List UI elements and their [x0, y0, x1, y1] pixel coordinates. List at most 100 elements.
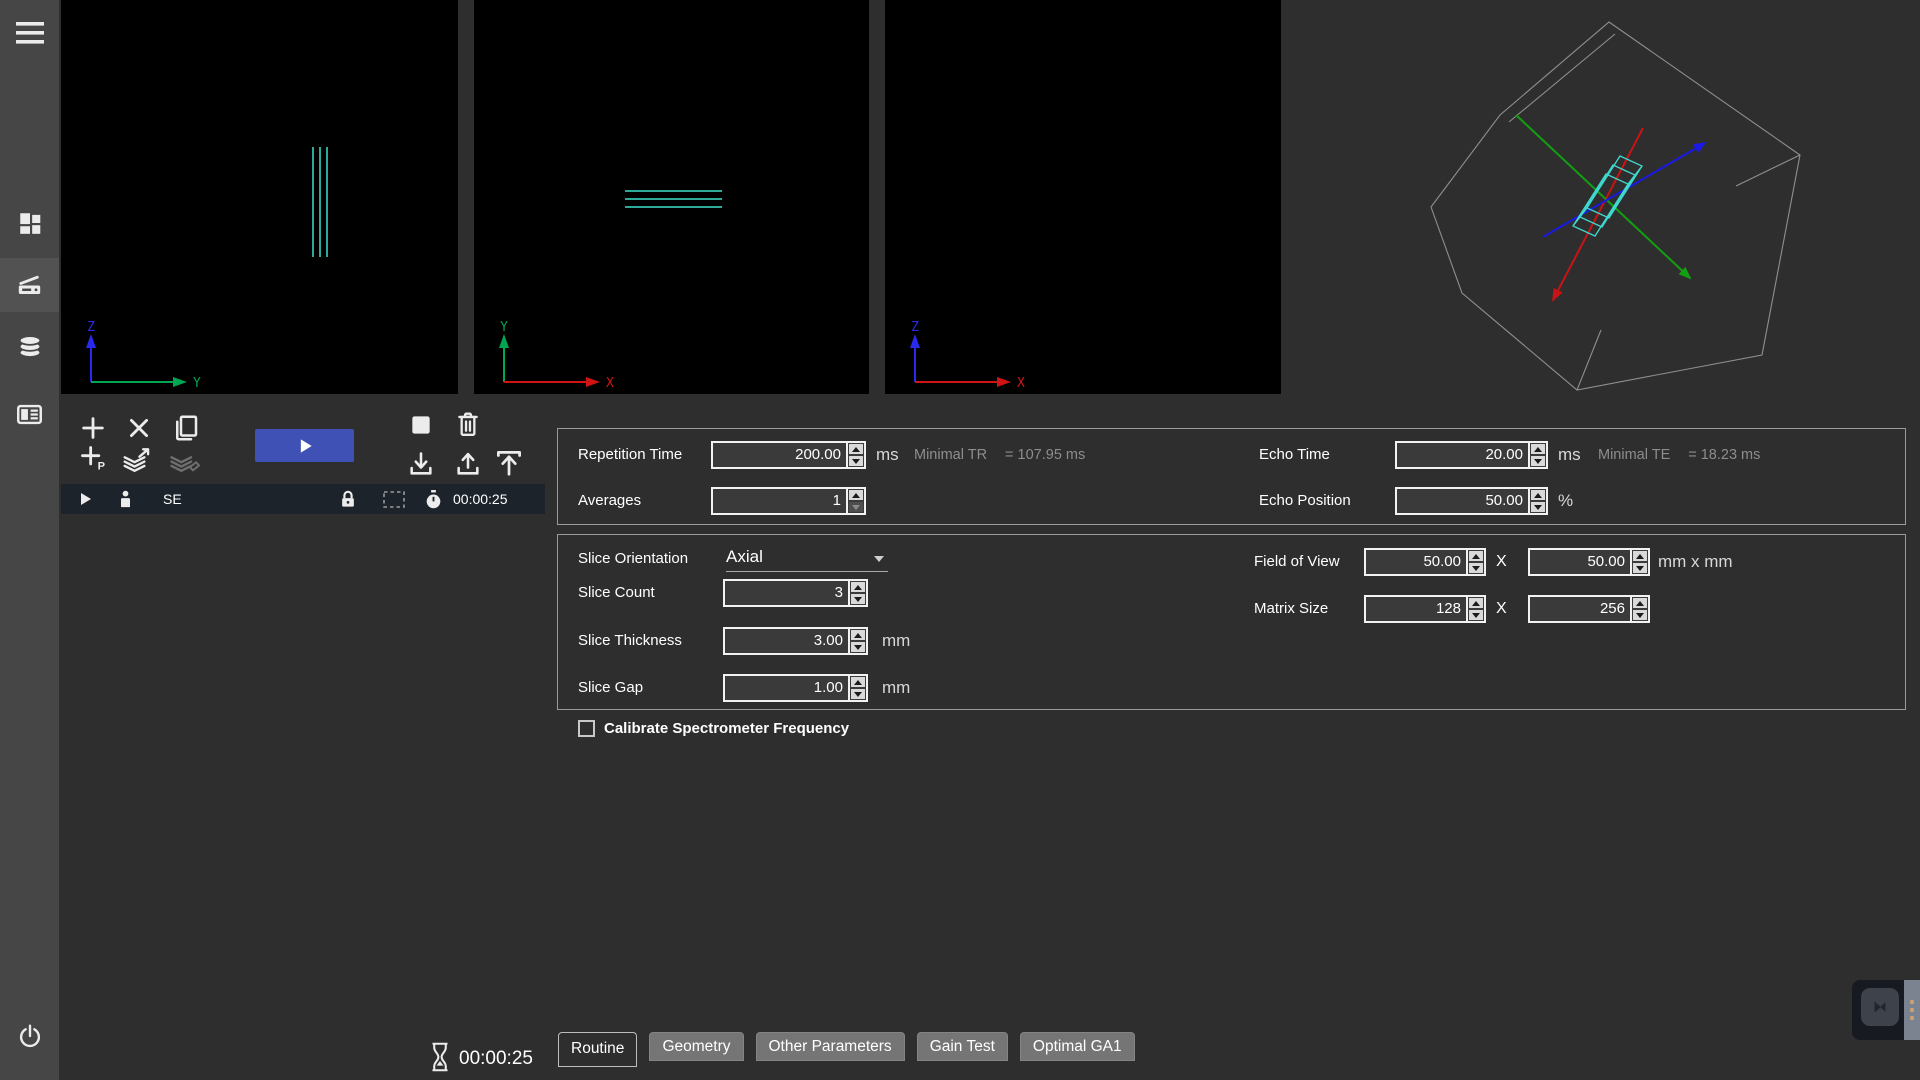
run-scan-button[interactable] — [255, 429, 354, 462]
dashed-selection-icon[interactable] — [383, 491, 405, 508]
download-button[interactable] — [406, 450, 436, 478]
scan-queue-item[interactable]: SE 00:00:25 — [61, 484, 545, 514]
repetition-time-input[interactable]: 200.00 — [711, 441, 866, 469]
power-button[interactable] — [0, 1009, 59, 1063]
fov-x-input[interactable]: 50.00 — [1364, 548, 1486, 576]
bowtie-logo-icon[interactable] — [1861, 988, 1899, 1026]
power-icon — [17, 1023, 43, 1049]
spin-down-button[interactable] — [1633, 610, 1647, 620]
matrix-separator: X — [1496, 595, 1507, 623]
spin-up-button[interactable] — [1469, 598, 1483, 608]
spin-up-button[interactable] — [849, 444, 863, 454]
upload-top-button[interactable] — [493, 448, 525, 478]
timing-parameters-panel: Repetition Time 200.00 ms Minimal TR= 10… — [557, 428, 1906, 525]
tab-other-parameters[interactable]: Other Parameters — [756, 1032, 905, 1061]
spin-down-button[interactable] — [1469, 563, 1483, 573]
spin-up-button[interactable] — [851, 677, 865, 687]
slice-gap-label: Slice Gap — [578, 674, 643, 702]
slice-line — [312, 147, 314, 257]
hamburger-menu-icon[interactable] — [0, 6, 59, 60]
spin-down-button[interactable] — [851, 594, 865, 604]
axis-indicator: Z Y — [75, 320, 225, 392]
sidebar-item-dashboard[interactable] — [0, 196, 59, 250]
stack-edit-button[interactable] — [169, 446, 201, 476]
scan-duration: 00:00:25 — [453, 491, 508, 507]
slice-line — [326, 147, 328, 257]
spin-down-button[interactable] — [1531, 456, 1545, 466]
slice-count-input[interactable]: 3 — [723, 579, 868, 607]
geometry-parameters-panel: Slice Orientation Axial Slice Count 3 Sl… — [557, 534, 1906, 710]
spin-up-button[interactable] — [1469, 551, 1483, 561]
spin-up-button[interactable] — [1531, 444, 1545, 454]
slice-gap-input[interactable]: 1.00 — [723, 674, 868, 702]
slice-orientation-value: Axial — [726, 547, 763, 566]
chevron-down-icon — [874, 556, 884, 562]
viewport-1[interactable]: Z Y — [61, 0, 458, 394]
axis-arrows — [1516, 115, 1705, 300]
delete-button[interactable] — [454, 410, 482, 440]
calibrate-checkbox[interactable] — [578, 720, 595, 737]
matrix-x-input[interactable]: 128 — [1364, 595, 1486, 623]
tab-geometry[interactable]: Geometry — [649, 1032, 743, 1061]
slice-line — [625, 190, 722, 192]
corner-widget — [1852, 980, 1920, 1040]
lock-icon[interactable] — [339, 489, 357, 509]
copy-button[interactable] — [171, 413, 201, 443]
spin-down-button[interactable] — [1469, 610, 1483, 620]
spin-down-button[interactable] — [849, 502, 863, 512]
upload-icon — [453, 450, 483, 478]
person-icon — [118, 490, 133, 508]
sidebar-item-database[interactable] — [0, 320, 59, 374]
spin-down-button[interactable] — [849, 456, 863, 466]
spin-up-button[interactable] — [1633, 598, 1647, 608]
echo-time-input[interactable]: 20.00 — [1395, 441, 1548, 469]
stack-export-button[interactable] — [121, 446, 153, 476]
tab-optimal-ga1[interactable]: Optimal GA1 — [1020, 1032, 1135, 1061]
parameter-tabs: Routine Geometry Other Parameters Gain T… — [558, 1032, 1135, 1067]
repetition-time-unit: ms — [876, 441, 899, 469]
viewport-2[interactable]: Y X — [474, 0, 869, 394]
sidebar-item-scanner[interactable] — [0, 258, 59, 312]
scan-label: SE — [163, 491, 182, 507]
spin-up-button[interactable] — [851, 582, 865, 592]
spin-down-button[interactable] — [1633, 563, 1647, 573]
add-button[interactable] — [79, 414, 107, 442]
slice-orientation-label: Slice Orientation — [578, 545, 688, 573]
echo-position-input[interactable]: 50.00 — [1395, 487, 1548, 515]
spin-down-button[interactable] — [851, 689, 865, 699]
scan-toolbar: P — [61, 400, 545, 484]
stop-button[interactable] — [408, 412, 434, 438]
spin-down-button[interactable] — [1531, 502, 1545, 512]
slice-orientation-dropdown[interactable]: Axial — [726, 545, 888, 572]
list-card-icon — [16, 401, 43, 428]
scene-3d-view[interactable] — [1281, 0, 1920, 412]
upload-button[interactable] — [453, 450, 483, 478]
y-axis-arrow — [1516, 115, 1690, 278]
viewport-3[interactable]: Z X — [885, 0, 1281, 394]
spin-up-button[interactable] — [1531, 490, 1545, 500]
axis-label-horizontal: Y — [193, 376, 201, 391]
drag-dots-icon[interactable] — [1904, 980, 1920, 1040]
tab-gain-test[interactable]: Gain Test — [917, 1032, 1008, 1061]
field-of-view-label: Field of View — [1254, 548, 1340, 576]
spin-up-button[interactable] — [849, 490, 863, 500]
dashboard-grid-icon — [17, 210, 43, 236]
averages-input[interactable]: 1 — [711, 487, 866, 515]
slice-thickness-input[interactable]: 3.00 — [723, 627, 868, 655]
calibrate-frequency-row[interactable]: Calibrate Spectrometer Frequency — [578, 720, 849, 737]
tab-routine[interactable]: Routine — [558, 1032, 637, 1067]
remove-button[interactable] — [125, 414, 153, 442]
matrix-y-input[interactable]: 256 — [1528, 595, 1650, 623]
spin-up-button[interactable] — [851, 630, 865, 640]
minimal-te-text: Minimal TE= 18.23 ms — [1598, 441, 1760, 469]
sidebar-item-protocols[interactable] — [0, 387, 59, 441]
echo-position-unit: % — [1558, 487, 1573, 515]
fov-y-input[interactable]: 50.00 — [1528, 548, 1650, 576]
spin-up-button[interactable] — [1633, 551, 1647, 561]
slice-thickness-unit: mm — [882, 627, 910, 655]
play-icon[interactable] — [77, 491, 93, 507]
add-protocol-button[interactable]: P — [79, 444, 107, 472]
sidebar — [0, 0, 59, 1080]
stack-export-icon — [121, 446, 153, 476]
spin-down-button[interactable] — [851, 642, 865, 652]
